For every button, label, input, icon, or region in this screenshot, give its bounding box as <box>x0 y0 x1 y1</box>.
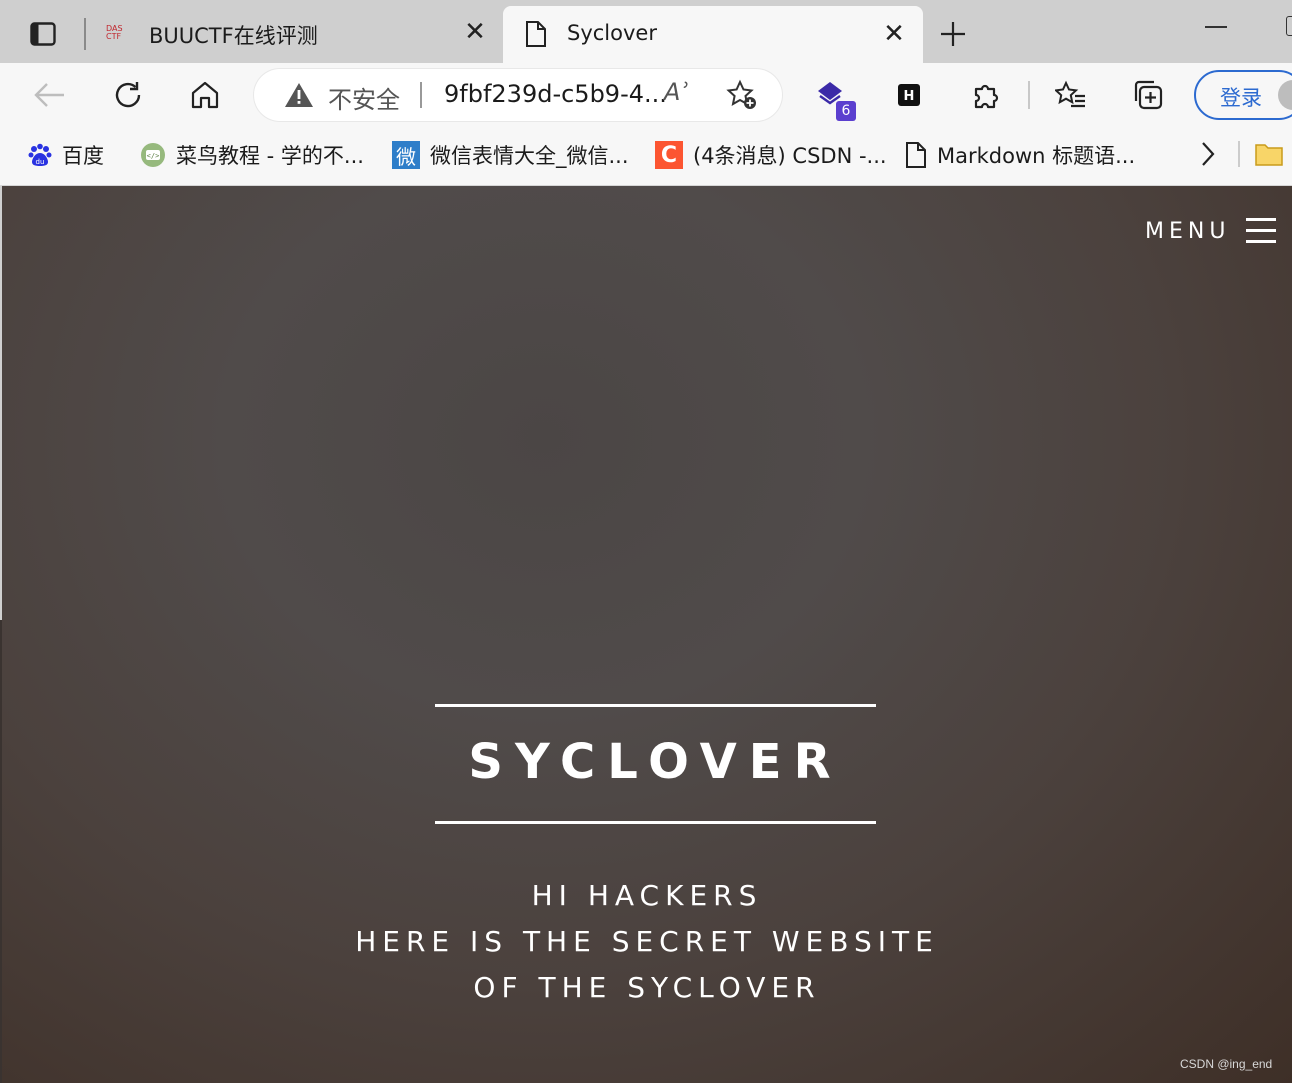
extension-h-button[interactable]: H <box>885 71 933 119</box>
close-icon[interactable]: ✕ <box>460 17 490 47</box>
refresh-button[interactable] <box>104 71 152 119</box>
tab-title: BUUCTF在线评测 <box>149 24 318 48</box>
runoob-icon: </> <box>141 143 165 167</box>
tab-actions-button[interactable] <box>18 14 68 54</box>
hero-line-1: HI HACKERS <box>531 879 763 912</box>
back-button[interactable] <box>26 71 74 119</box>
tab-buuctf[interactable]: DAS CTF BUUCTF在线评测 ✕ <box>88 0 500 63</box>
tab-separator <box>84 18 86 50</box>
tab-title: Syclover <box>567 21 657 45</box>
hero-bottom-rule <box>435 821 876 824</box>
bookmark-markdown[interactable]: Markdown 标题语... <box>905 139 1135 171</box>
login-button[interactable]: 登录 <box>1194 70 1292 120</box>
buuctf-logo-icon: DASCTF <box>106 24 123 40</box>
bookmark-wechat-emoji[interactable]: 微 微信表情大全_微信... <box>392 139 629 171</box>
page-icon <box>906 142 926 168</box>
minimize-button[interactable] <box>1205 26 1227 28</box>
wechat-emoji-icon: 微 <box>392 141 420 169</box>
home-icon <box>191 81 219 109</box>
favorites-button[interactable] <box>1047 71 1095 119</box>
page-icon <box>526 21 546 47</box>
more-bookmarks-button[interactable] <box>1194 139 1222 169</box>
tab-strip: DAS CTF BUUCTF在线评测 ✕ Syclover ✕ <box>0 0 1292 63</box>
add-favorite-icon[interactable] <box>726 79 758 111</box>
bookmark-label: 菜鸟教程 - 学的不... <box>176 144 364 168</box>
refresh-icon <box>115 82 141 108</box>
bookmark-label: Markdown 标题语... <box>937 144 1136 168</box>
read-aloud-icon[interactable]: Aʾ <box>664 78 688 106</box>
tab-syclover[interactable]: Syclover ✕ <box>503 6 923 63</box>
syclover-page: MENU SYCLOVER HI HACKERS HERE IS THE SEC… <box>2 186 1292 1083</box>
plus-icon <box>941 22 965 46</box>
svg-text:CTF: CTF <box>106 32 121 40</box>
tab-actions-icon <box>30 22 56 46</box>
puzzle-icon <box>974 84 999 109</box>
bookmarks-bar: du 百度 </> 菜鸟教程 - 学的不... 微 微信表情大全_微信... C… <box>0 125 1292 186</box>
bookmark-baidu[interactable]: du 百度 <box>28 139 104 171</box>
h-extension-icon: H <box>898 84 920 106</box>
bookmark-label: (4条消息) CSDN -... <box>693 144 887 168</box>
new-tab-button[interactable] <box>935 16 971 52</box>
bookmark-label: 百度 <box>62 144 104 168</box>
baidu-icon: du <box>28 143 52 166</box>
h-extension-label: H <box>904 89 915 104</box>
extensions-button[interactable] <box>962 71 1010 119</box>
page-title: SYCLOVER <box>468 734 843 790</box>
bookmark-runoob[interactable]: </> 菜鸟教程 - 学的不... <box>140 139 364 171</box>
close-icon[interactable]: ✕ <box>879 19 909 49</box>
login-label: 登录 <box>1220 86 1262 110</box>
avatar <box>1278 80 1292 110</box>
csdn-icon: C <box>655 141 683 169</box>
svg-text:du: du <box>36 158 45 166</box>
home-button[interactable] <box>181 71 229 119</box>
favorites-list-icon <box>1055 80 1085 108</box>
url-text[interactable]: 9fbf239d-c5b9-4... <box>444 80 667 108</box>
security-label[interactable]: 不安全 <box>328 80 400 115</box>
hero-top-rule <box>435 704 876 707</box>
collections-button[interactable] <box>1124 71 1172 119</box>
bookmark-label: 微信表情大全_微信... <box>430 144 629 168</box>
toolbar-separator <box>1028 81 1030 109</box>
hamburger-icon[interactable] <box>1246 218 1276 244</box>
folder-icon[interactable] <box>1254 141 1284 167</box>
bookmark-separator <box>1238 141 1240 167</box>
maximize-button[interactable] <box>1286 16 1292 36</box>
address-bar[interactable]: 不安全 9fbf239d-c5b9-4... Aʾ <box>254 69 782 121</box>
warning-icon[interactable] <box>284 82 314 108</box>
address-divider <box>420 82 422 108</box>
menu-label[interactable]: MENU <box>1145 219 1230 244</box>
watermark: CSDN @ing_end <box>1180 1057 1273 1071</box>
extension-badge: 6 <box>836 101 856 121</box>
back-arrow-icon <box>34 83 64 107</box>
chevron-right-icon <box>1202 142 1215 166</box>
hero-line-3: OF THE SYCLOVER <box>473 971 821 1004</box>
svg-text:</>: </> <box>147 152 160 160</box>
navigation-toolbar: 不安全 9fbf239d-c5b9-4... Aʾ H 登录 <box>0 63 1292 125</box>
bookmark-csdn[interactable]: C (4条消息) CSDN -... <box>655 139 887 171</box>
collections-icon <box>1134 80 1163 110</box>
hero-line-2: HERE IS THE SECRET WEBSITE <box>355 925 939 958</box>
